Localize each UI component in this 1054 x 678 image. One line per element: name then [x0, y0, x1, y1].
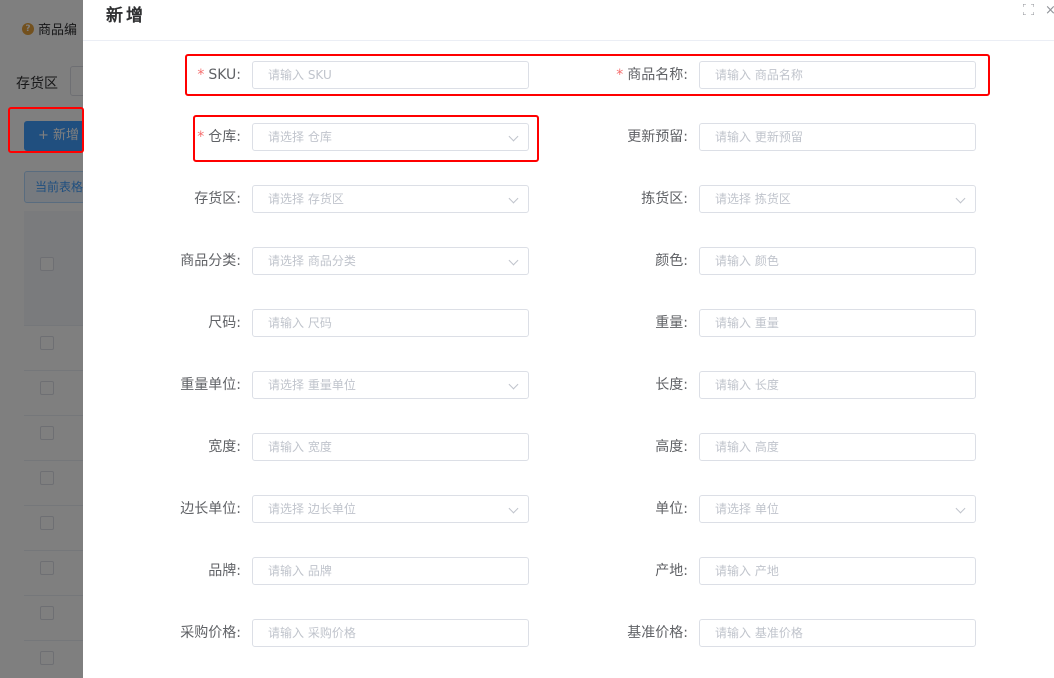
- form-row: 边长单位: 请选择 边长单位 单位: 请选择 单位: [83, 495, 1054, 523]
- field-label: 颜色:: [83, 247, 688, 275]
- text-input[interactable]: 请输入 更新预留: [699, 123, 976, 151]
- field-label-text: 颜色:: [655, 253, 688, 269]
- select-field[interactable]: 请选择 拣货区: [699, 185, 976, 213]
- highlight-box: [8, 107, 84, 153]
- field-label-text: 拣货区:: [641, 191, 688, 207]
- form-row: 尺码: 请输入 尺码 重量: 请输入 重量: [83, 309, 1054, 337]
- form-row: 宽度: 请输入 宽度 高度: 请输入 高度: [83, 433, 1054, 461]
- field-label-text: 基准价格:: [627, 625, 688, 641]
- placeholder: 请输入 重量: [715, 316, 779, 330]
- field-label: 长度:: [83, 371, 688, 399]
- placeholder: 请选择 单位: [715, 502, 779, 516]
- field-label: 单位:: [83, 495, 688, 523]
- text-input[interactable]: 请输入 长度: [699, 371, 976, 399]
- field-label-text: 重量:: [655, 315, 688, 331]
- text-input[interactable]: 请输入 基准价格: [699, 619, 976, 647]
- field-label: 基准价格:: [83, 619, 688, 647]
- chevron-down-icon: [955, 503, 966, 514]
- field-label: 产地:: [83, 557, 688, 585]
- text-input[interactable]: 请输入 颜色: [699, 247, 976, 275]
- placeholder: 请输入 更新预留: [715, 130, 803, 144]
- placeholder: 请输入 长度: [715, 378, 779, 392]
- highlight-box: [193, 115, 539, 162]
- fullscreen-icon[interactable]: [1023, 4, 1034, 15]
- form-row: 存货区: 请选择 存货区 拣货区: 请选择 拣货区: [83, 185, 1054, 213]
- drawer-title: 新增: [106, 6, 146, 26]
- text-input[interactable]: 请输入 高度: [699, 433, 976, 461]
- text-input[interactable]: 请输入 产地: [699, 557, 976, 585]
- placeholder: 请输入 产地: [715, 564, 779, 578]
- field-label-text: 产地:: [655, 563, 688, 579]
- drawer-header: 新增 ×: [83, 0, 1054, 41]
- field-label-text: 单位:: [655, 501, 688, 517]
- form-row: 商品分类: 请选择 商品分类 颜色: 请输入 颜色: [83, 247, 1054, 275]
- placeholder: 请输入 高度: [715, 440, 779, 454]
- form-row: 采购价格: 请输入 采购价格 基准价格: 请输入 基准价格: [83, 619, 1054, 647]
- form-row: 品牌: 请输入 品牌 产地: 请输入 产地: [83, 557, 1054, 585]
- field-label: 拣货区:: [83, 185, 688, 213]
- close-icon[interactable]: ×: [1045, 4, 1054, 18]
- select-field[interactable]: 请选择 单位: [699, 495, 976, 523]
- add-drawer: 新增 × * SKU: 请输入 SKU * 商品名称: 请输入 商品名称 * 仓库: 请选择 仓…: [83, 0, 1054, 678]
- highlight-box: [185, 54, 990, 96]
- placeholder: 请输入 颜色: [715, 254, 779, 268]
- field-label-text: 长度:: [655, 377, 688, 393]
- field-label: 重量:: [83, 309, 688, 337]
- placeholder: 请选择 拣货区: [715, 192, 791, 206]
- field-label-text: 更新预留:: [627, 129, 688, 145]
- placeholder: 请输入 基准价格: [715, 626, 803, 640]
- chevron-down-icon: [955, 193, 966, 204]
- text-input[interactable]: 请输入 重量: [699, 309, 976, 337]
- field-label: 高度:: [83, 433, 688, 461]
- field-label-text: 高度:: [655, 439, 688, 455]
- form-row: 重量单位: 请选择 重量单位 长度: 请输入 长度: [83, 371, 1054, 399]
